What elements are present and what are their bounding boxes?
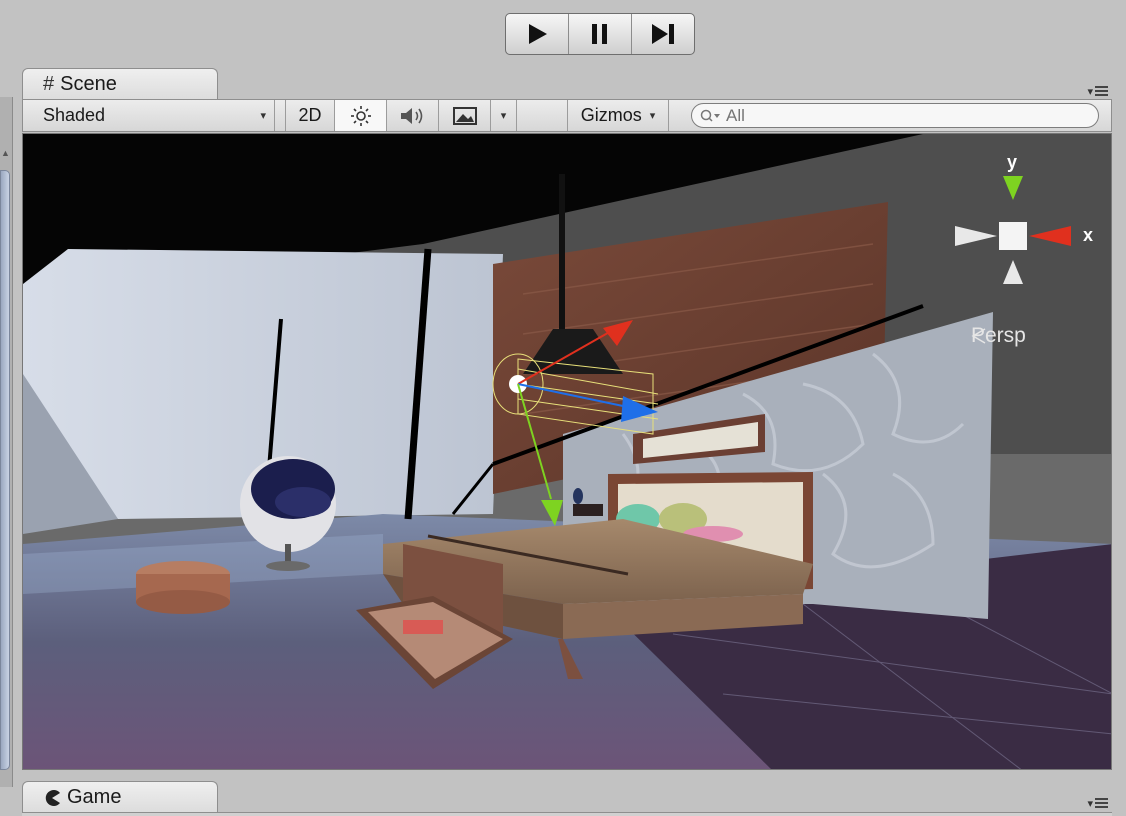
play-button[interactable] xyxy=(506,14,569,54)
chevron-down-icon: ▾ xyxy=(260,110,266,122)
shading-mode-value: Shaded xyxy=(43,105,106,125)
tab-game[interactable]: Game xyxy=(22,781,218,813)
gizmos-dropdown[interactable]: Gizmos ▾ xyxy=(567,100,669,131)
scene-search-box[interactable] xyxy=(691,103,1099,128)
panel-menu-lines-icon xyxy=(1095,798,1108,808)
play-controls xyxy=(505,13,695,55)
game-toolbar-edge xyxy=(22,812,1112,816)
step-icon xyxy=(652,24,674,44)
sun-icon xyxy=(350,105,371,126)
pacman-icon xyxy=(45,789,60,806)
play-icon xyxy=(529,24,547,44)
panel-menu-lines-icon xyxy=(1095,86,1108,96)
panel-menu-caret-icon: ▾ xyxy=(1087,85,1093,98)
panel-menu-caret-icon: ▾ xyxy=(1087,797,1093,810)
scene-lighting-toggle[interactable] xyxy=(335,100,387,131)
scene-audio-toggle[interactable] xyxy=(387,100,439,131)
axis-x-label: x xyxy=(1083,225,1094,245)
shading-mode-dropdown[interactable]: Shaded ▾ xyxy=(23,100,275,131)
tab-scene-label: Scene xyxy=(60,73,117,95)
2d-label: 2D xyxy=(298,105,322,125)
search-icon xyxy=(700,109,720,122)
speaker-icon xyxy=(400,107,422,124)
chevron-down-icon: ▾ xyxy=(500,110,507,122)
scroll-up-arrow-icon[interactable]: ▲ xyxy=(1,148,10,158)
scene-panel-menu[interactable]: ▾ xyxy=(1078,84,1108,98)
projection-label[interactable]: Persp xyxy=(971,324,1026,348)
game-panel-menu[interactable]: ▾ xyxy=(1078,796,1108,810)
search-input[interactable] xyxy=(726,105,1066,126)
scene-render xyxy=(23,134,1111,769)
axis-y-label: y xyxy=(1007,152,1018,172)
tab-scene[interactable]: # Scene xyxy=(22,68,218,100)
image-icon xyxy=(452,106,477,125)
grid-hash-icon: # xyxy=(43,73,55,95)
step-button[interactable] xyxy=(632,14,694,54)
hierarchy-scrollbar[interactable] xyxy=(0,170,10,770)
tab-game-label: Game xyxy=(67,786,122,808)
2d-toggle-button[interactable]: 2D xyxy=(285,100,335,131)
effects-dropdown[interactable]: ▾ xyxy=(491,100,517,131)
pause-button[interactable] xyxy=(569,14,632,54)
chevron-down-icon: ▾ xyxy=(649,110,656,122)
scene-toolbar: Shaded ▾ 2D ▾ Gizmos ▾ All xyxy=(22,99,1112,132)
scene-viewport[interactable]: y x Persp xyxy=(22,133,1112,770)
scene-effects-toggle[interactable] xyxy=(439,100,491,131)
gizmos-label: Gizmos xyxy=(580,105,642,125)
pause-icon xyxy=(592,24,607,44)
